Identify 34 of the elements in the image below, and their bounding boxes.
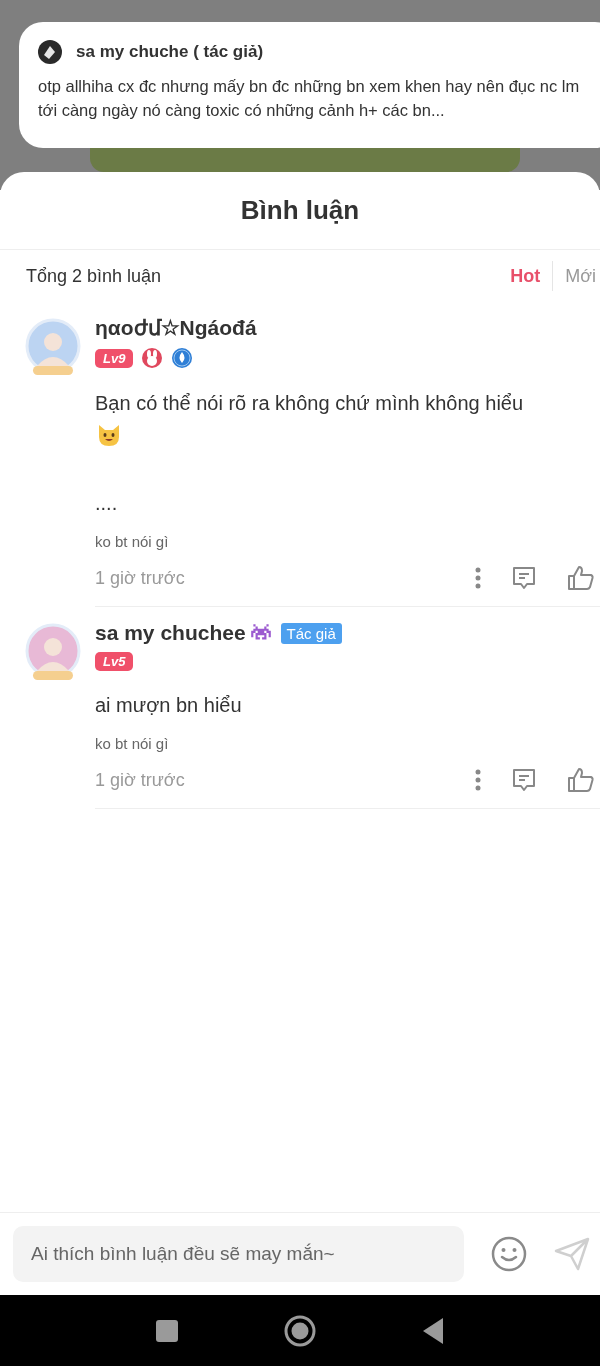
- notification-author: sa my chuche ( tác giả): [76, 42, 264, 62]
- recents-icon[interactable]: [155, 1318, 179, 1343]
- user-signature: ko bt nói gì: [95, 533, 170, 550]
- user-signature: ko bt nói gì: [95, 735, 170, 752]
- alien-icon: [248, 623, 273, 643]
- comment-text: ....: [95, 491, 119, 516]
- notification-card[interactable]: sa my chuche ( tác giả) otp allhiha cx đc nhưng mấy bn đc những bn xem khen hay nên đục nc lm tới càng ngày nó càng toxic có những cảnh h+ các bn...: [19, 22, 600, 148]
- cat-face-icon: [96, 423, 122, 447]
- level-badge: Lv5: [95, 652, 134, 671]
- more-icon[interactable]: [475, 567, 481, 589]
- comment-count: Tổng 2 bình luận: [26, 265, 162, 287]
- like-icon[interactable]: [567, 767, 595, 793]
- rabbit-badge-icon: [141, 347, 164, 369]
- sheet-title: Bình luận: [240, 195, 360, 226]
- emoji-icon[interactable]: [491, 1236, 527, 1272]
- sort-tab[interactable]: Hot: [510, 265, 553, 287]
- notification-message: otp allhiha cx đc nhưng mấy bn đc những bn xem khen hay nên đục nc lm tới càng ngày nó càng toxic có những cảnh h+ các bn...: [38, 76, 581, 121]
- comment-text: Bạn có thể nói rõ ra không chứ mình không hiểu: [95, 391, 525, 416]
- back-icon[interactable]: [421, 1316, 445, 1345]
- comment-time: 1 giờ trước: [95, 769, 186, 791]
- comment-input[interactable]: Ai thích bình luận đều sẽ may mắn~: [13, 1226, 464, 1282]
- comment-time: 1 giờ trước: [95, 567, 186, 589]
- user-name[interactable]: ηαoժմ☆Ngáođá: [95, 316, 257, 340]
- drop-badge-icon: [171, 347, 194, 369]
- user-name[interactable]: sa my chuchee: [95, 621, 246, 645]
- level-badge: Lv9: [95, 348, 134, 368]
- author-tag: Tác giả: [280, 622, 342, 644]
- home-icon[interactable]: [284, 1314, 316, 1347]
- comment-text: ai mượn bn hiểu: [95, 693, 243, 718]
- reply-icon[interactable]: [511, 565, 537, 591]
- more-icon[interactable]: [475, 769, 481, 791]
- like-icon[interactable]: [567, 565, 595, 591]
- avatar-icon: [38, 40, 62, 64]
- reply-icon[interactable]: [511, 767, 537, 793]
